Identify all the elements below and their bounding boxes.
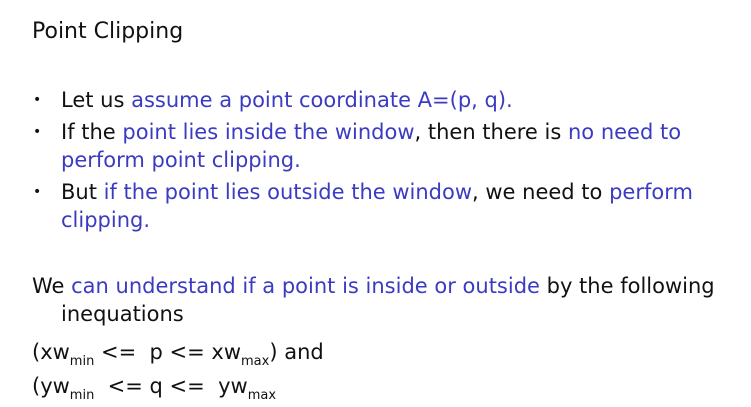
paragraph-highlight: can understand if a point is inside or o…: [71, 274, 540, 298]
ineq-y-mid: <= q <= yw: [94, 374, 248, 398]
explanation-paragraph: We can understand if a point is inside o…: [32, 272, 744, 328]
bullet-list: • Let us assume a point coordinate A=(p,…: [0, 86, 751, 238]
bullet-2-text-2: , then there is: [414, 120, 568, 144]
ineq-x-sub-min: min: [69, 354, 95, 369]
ineq-x-mid: <= p <= xw: [94, 340, 242, 364]
ineq-y-sub-max: max: [247, 388, 277, 403]
ineq-x-close: ) and: [269, 340, 324, 364]
bullet-dot-icon: •: [33, 92, 42, 108]
paragraph-text-1: We: [32, 274, 72, 298]
ineq-y-sub-min: min: [69, 388, 95, 403]
slide-title: Point Clipping: [32, 19, 184, 44]
bullet-2-text-1: If the: [61, 120, 123, 144]
inequation-x: (xwmin <= p <= xwmax) and: [32, 338, 324, 369]
bullet-1-highlight-1: assume a point coordinate A=(p, q).: [131, 88, 513, 112]
bullet-dot-icon: •: [33, 124, 42, 140]
inequation-y: (ywmin <= q <= ywmax: [32, 372, 277, 403]
bullet-dot-icon: •: [33, 184, 42, 200]
ineq-x-sub-max: max: [241, 354, 270, 369]
bullet-3-text-1: But: [61, 180, 104, 204]
bullet-1-text-1: Let us: [61, 88, 132, 112]
ineq-y-open: (yw: [32, 374, 70, 398]
bullet-item-1: • Let us assume a point coordinate A=(p,…: [0, 86, 751, 114]
bullet-3-text-2: , we need to: [472, 180, 610, 204]
ineq-x-open: (xw: [32, 340, 70, 364]
bullet-3-highlight-1: if the point lies outside the window: [103, 180, 473, 204]
paragraph-line-2: inequations: [61, 302, 184, 326]
bullet-item-2: • If the point lies inside the window, t…: [0, 118, 751, 174]
paragraph-text-2: by the following: [539, 274, 715, 298]
bullet-2-highlight-1: point lies inside the window: [122, 120, 415, 144]
bullet-item-3: • But if the point lies outside the wind…: [0, 178, 751, 234]
